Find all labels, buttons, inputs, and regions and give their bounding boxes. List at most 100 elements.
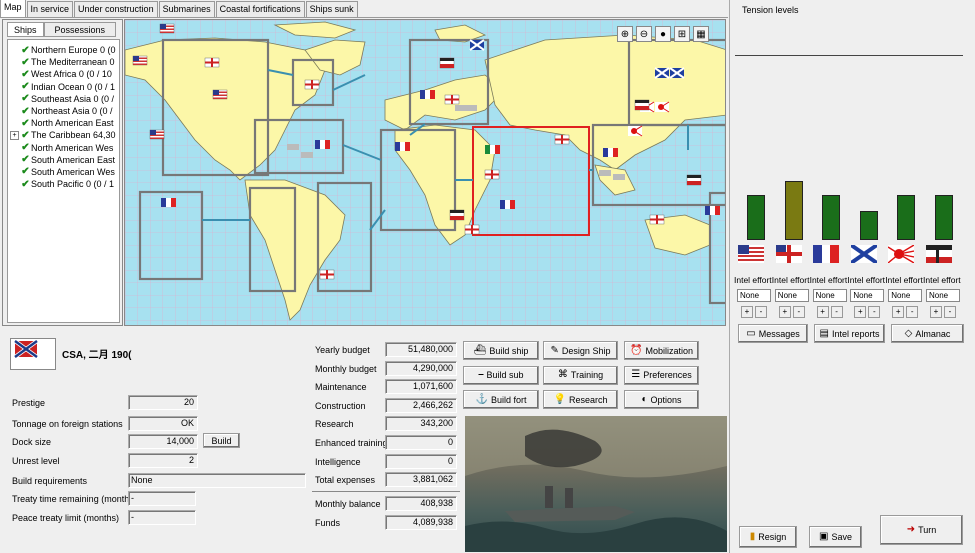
zoom-out-icon[interactable]: ⊖ (636, 26, 652, 42)
tree-item[interactable]: ✔ The Mediterranean 0 (10, 56, 119, 68)
build-fort-button[interactable]: ⚓ Build fort (463, 390, 539, 409)
almanac-button[interactable]: ◇ Almanac (891, 324, 964, 343)
region-right: Tension levels Intel effort None + - Intel e… (729, 0, 975, 553)
designer-icon: ✎ (550, 344, 559, 356)
plus-icon[interactable]: + (741, 306, 753, 318)
tab-map[interactable]: Map (0, 0, 26, 17)
stat-label: Peace treaty limit (months) (12, 513, 120, 523)
resign-icon: ▮ (749, 531, 756, 542)
region-info: CSA, 二月 190( Prestige 20 Tonnage on foreig… (0, 330, 728, 553)
training-button[interactable]: ⌘ Training (543, 365, 618, 385)
plus-icon[interactable]: + (778, 306, 791, 318)
intel-effort-select[interactable]: None (737, 289, 771, 302)
intel-effort-select[interactable]: None (812, 289, 847, 302)
intel-icon: ▤ (819, 327, 829, 339)
minus-icon[interactable]: - (906, 306, 919, 318)
build-ship-button[interactable]: ⛴ Build ship (463, 341, 539, 360)
tab-possessions[interactable]: Possessions (43, 22, 117, 37)
intel-reports-button[interactable]: ▤ Intel reports (814, 324, 885, 343)
table-icon[interactable]: ▦ (693, 26, 709, 42)
plus-icon[interactable]: + (816, 306, 829, 318)
world-map[interactable]: ⊕ ⊖ ● ⊞ ▦ (124, 19, 726, 326)
checkmark-icon: ✔ (21, 105, 30, 117)
map-canvas[interactable] (125, 20, 726, 326)
tree-item[interactable]: ✔ Indian Ocean 0 (0 / 1 (10, 81, 119, 93)
action-label: Options (650, 394, 682, 405)
intel-effort-select[interactable]: None (850, 289, 885, 302)
tree-item[interactable]: ✔ West Africa 0 (0 / 10 (10, 68, 119, 80)
stat-value: - (128, 510, 196, 525)
tab-ships[interactable]: Ships (7, 22, 44, 37)
fleet-icon[interactable]: ⊞ (674, 26, 690, 42)
oil-icon[interactable]: ● (655, 26, 671, 42)
minus-icon[interactable]: - (868, 306, 881, 318)
minus-icon[interactable]: - (830, 306, 843, 318)
budget-value: 1,071,600 (385, 379, 457, 395)
tension-bar (822, 195, 840, 240)
checkmark-icon: ✔ (21, 129, 30, 141)
preferences-button[interactable]: ☰ Preferences (624, 365, 699, 385)
checkmark-icon: ✔ (21, 81, 30, 93)
tension-title: Tension levels (742, 5, 799, 15)
checkmark-icon: ✔ (21, 166, 30, 178)
budget-value: 4,290,000 (385, 360, 457, 376)
design-ship-button[interactable]: ✎ Design Ship (543, 341, 618, 360)
tree-item[interactable]: ✔ South Pacific 0 (0 / 1 (10, 178, 119, 190)
action-label: Preferences (643, 370, 692, 380)
intel-effort-select[interactable]: None (774, 289, 809, 302)
minus-icon[interactable]: - (755, 306, 767, 318)
plus-icon[interactable]: + (854, 306, 867, 318)
build-dock-button[interactable]: Build (203, 433, 240, 448)
research-button[interactable]: 💡 Research (543, 390, 618, 409)
tab-in-service[interactable]: In service (26, 1, 74, 17)
minus-icon[interactable]: - (792, 306, 805, 318)
tab-under-construction[interactable]: Under construction (74, 1, 158, 17)
tree-item[interactable]: ✔ South American Wes (10, 166, 119, 178)
tree-item[interactable]: ✔ Southeast Asia 0 (0 / (10, 93, 119, 105)
intel-efforts: Intel effort None + - Intel effort None + - Inte… (734, 275, 975, 320)
options-button[interactable]: ◐ Options (624, 390, 699, 409)
tree-item[interactable]: ✔ South American East (10, 154, 119, 166)
nation-flag (10, 338, 56, 370)
lightbulb-icon: 💡 (553, 393, 566, 405)
stat-value: OK (128, 416, 198, 431)
expand-icon[interactable]: + (10, 130, 19, 140)
build-sub-button[interactable]: ⎯ Build sub (463, 365, 539, 385)
budget-value: 51,480,000 (385, 342, 457, 357)
tab-coastal-fortifications[interactable]: Coastal fortifications (215, 1, 305, 17)
intel-effort-label: Intel effort (847, 275, 886, 285)
resign-button[interactable]: ▮ Resign (739, 526, 797, 548)
checkmark-icon: ✔ (21, 117, 30, 129)
tree-item-label: Southeast Asia 0 (0 / (31, 93, 115, 104)
action-label: Research (568, 394, 608, 405)
zoom-in-icon[interactable]: ⊕ (617, 26, 633, 42)
budget-value: 2,466,262 (385, 397, 457, 413)
tree-item-label: The Mediterranean 0 (31, 57, 115, 68)
tree-item[interactable]: ✔ Northeast Asia 0 (0 / (10, 105, 119, 117)
tab-ships-sunk[interactable]: Ships sunk (305, 1, 358, 17)
flag-germany-icon (925, 245, 952, 265)
tree-item[interactable]: ✔ North American Wes (10, 142, 119, 154)
tree-item[interactable]: ✔ Northern Europe 0 (0 (10, 44, 119, 56)
ship-painting (465, 416, 727, 552)
mobilization-button[interactable]: ⏰ Mobilization (624, 341, 699, 360)
tab-submarines[interactable]: Submarines (158, 1, 215, 17)
plus-icon[interactable]: + (930, 306, 942, 318)
turn-button[interactable]: ➜ Turn (880, 515, 963, 545)
intel-effort-select[interactable]: None (888, 289, 923, 302)
messages-button[interactable]: ▭ Messages (738, 324, 808, 343)
checkmark-icon: ✔ (21, 178, 30, 190)
tree-item[interactable]: ✔ North American East (10, 117, 119, 129)
tree-item[interactable]: + ✔ The Caribbean 64,30 (10, 129, 119, 141)
tension-bar (934, 195, 953, 240)
plus-icon[interactable]: + (892, 306, 905, 318)
save-button[interactable]: ▣ Save (809, 526, 862, 548)
tree-item-label: Indian Ocean 0 (0 / 1 (31, 81, 116, 92)
action-label: Build fort (490, 394, 527, 405)
intel-effort-select[interactable]: None (926, 289, 960, 302)
tree-item-label: Northeast Asia 0 (0 / (31, 106, 113, 117)
intel-effort-label: Intel effort (923, 275, 961, 285)
flag-uk-icon (775, 245, 802, 265)
arrow-right-icon: ➜ (906, 524, 916, 535)
minus-icon[interactable]: - (944, 306, 956, 318)
